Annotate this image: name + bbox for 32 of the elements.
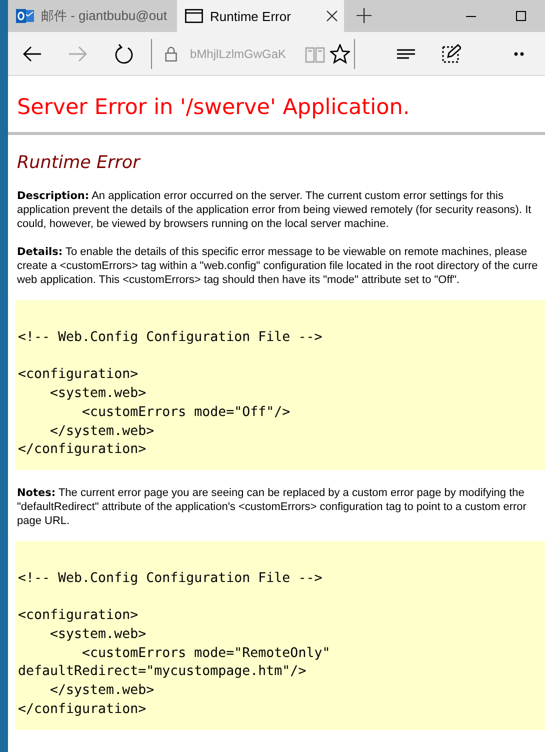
mail-app-icon xyxy=(16,8,34,24)
tab-label: 邮件 - giantbubu@out xyxy=(41,7,168,25)
code-line: </system.web> xyxy=(49,682,154,700)
back-icon[interactable] xyxy=(22,44,42,64)
code-line: <!-- Web.Config Configuration File --> xyxy=(18,570,322,588)
paragraph: Details: To enable the details of this specific error message to be viewable on remote machines, please create a <customErrors> tag within a "web.config" configuration file located in the root directory of the curre web application. This <customErrors> tag should then have its "mode" attribute set to "Off". xyxy=(17,245,539,287)
code-line: <system.web> xyxy=(49,626,146,644)
browser-tab[interactable]: 邮件 - giantbubu@out xyxy=(8,0,177,32)
browser-tab[interactable]: Runtime Error xyxy=(177,0,344,32)
paragraph: Description: An application error occurred on the server. The current custom error settings for this application prevent the details of the application error from being viewed remotely (for security reasons). It could, however, be viewed by browsers running on the local server machine. xyxy=(17,189,532,231)
pen-icon[interactable] xyxy=(441,44,462,64)
close-tab-icon[interactable] xyxy=(326,10,338,22)
code-line: <!-- Web.Config Configuration File --> xyxy=(18,329,322,347)
code-line: <system.web> xyxy=(49,385,146,404)
tab-label: Runtime Error xyxy=(210,8,292,24)
code-line: </configuration> xyxy=(18,441,146,460)
maximize-icon[interactable] xyxy=(515,10,527,22)
code-line: <configuration> xyxy=(18,366,138,384)
page-title: Server Error in '/swerve' Application. xyxy=(17,95,411,121)
page-icon xyxy=(185,9,203,23)
code-line: </system.web> xyxy=(49,422,154,440)
page-subtitle: Runtime Error xyxy=(17,152,140,174)
code-line: <customErrors mode="RemoteOnly" xyxy=(81,644,330,663)
code-line: defaultRedirect="mycustompage.htm"/> xyxy=(18,663,306,682)
new-tab-button[interactable]: + xyxy=(346,0,382,32)
code-line: <configuration> xyxy=(18,607,138,626)
paragraph: Notes: The current error page you are seeing can be replaced by a custom error page by modifying the "defaultRedirect" attribute of the application's <customErrors> configuration tag to point to a custom error page URL. xyxy=(17,486,528,528)
code-line: <customErrors mode="Off"/> xyxy=(81,404,290,422)
star-icon[interactable] xyxy=(330,44,350,64)
refresh-icon[interactable] xyxy=(114,44,134,64)
code-line: </configuration> xyxy=(18,700,146,719)
lock-icon xyxy=(164,44,178,62)
